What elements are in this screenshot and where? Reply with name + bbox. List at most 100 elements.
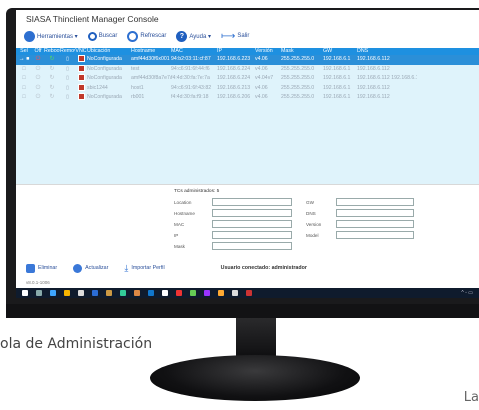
refresh-icon (73, 263, 83, 273)
table-row[interactable]: □ ⏻ ↻ ▯ NoConfigurada rb001 f4:4d:30:fa:… (16, 93, 479, 103)
model-field[interactable] (336, 231, 414, 239)
table-row[interactable]: → ■ ⏻ ↻ ▯ NoConfigurada amf44d30f6x001 9… (16, 55, 479, 65)
app-icon[interactable] (232, 290, 238, 296)
col-header-mask[interactable]: Mask (281, 48, 323, 55)
help-menu-button[interactable]: ? Ayuda ▾ (176, 30, 211, 42)
folder-icon[interactable] (78, 290, 84, 296)
app-icon[interactable] (148, 290, 154, 296)
power-off-button[interactable]: ⏻ (32, 93, 44, 103)
table-row[interactable]: □ ⏻ ↻ ▯ NoConfigurada test 94:c6:91:6f:4… (16, 64, 479, 75)
cell-gw: 192.168.6.1 (323, 65, 351, 72)
app-icon[interactable] (134, 290, 140, 296)
reboot-button[interactable]: ↻ (44, 65, 60, 75)
col-header-version[interactable]: Versión (255, 48, 281, 55)
table-row[interactable]: □ ⏻ ↻ ▯ sbic1244 host1 94:c6:91:6f:43:82… (16, 83, 479, 94)
version-field[interactable] (336, 220, 414, 228)
col-header-sel[interactable]: Sel (16, 48, 32, 55)
app-icon[interactable] (106, 290, 112, 296)
col-header-gw[interactable]: GW (323, 48, 357, 55)
app-version: v8.0.1-1006 (26, 280, 50, 285)
reboot-button[interactable]: ↻ (44, 84, 60, 94)
update-label: Actualizar (85, 265, 109, 271)
col-header-reboot[interactable]: Reboot (44, 48, 60, 55)
vnc-button[interactable] (75, 55, 87, 65)
tools-menu-button[interactable]: Herramientas ▾ (24, 30, 78, 42)
col-header-hostname[interactable]: Hostname (131, 48, 171, 55)
hostname-field[interactable] (212, 209, 292, 217)
delete-button[interactable]: Eliminar (26, 263, 57, 273)
import-profile-button[interactable]: ⤓ Importar Perfil (124, 263, 164, 273)
row-select-checkbox[interactable]: □ (16, 84, 32, 94)
mask-field[interactable] (212, 242, 292, 250)
app-icon[interactable] (218, 290, 224, 296)
power-off-button[interactable]: ⏻ (32, 65, 44, 75)
cell-ubicacion: NoConfigurada (87, 94, 122, 100)
reboot-button[interactable]: ↻ (44, 93, 60, 103)
remove-button[interactable]: ▯ (60, 55, 75, 65)
exit-button[interactable]: ⟼ Salir (221, 31, 249, 42)
remove-button[interactable]: ▯ (60, 74, 75, 84)
gw-field[interactable] (336, 198, 414, 206)
remove-button[interactable]: ▯ (60, 93, 75, 103)
search-taskbar-icon[interactable] (36, 290, 42, 296)
app-icon[interactable] (190, 290, 196, 296)
app-icon[interactable] (120, 290, 126, 296)
power-icon: ⏻ (35, 65, 41, 72)
update-button[interactable]: Actualizar (73, 263, 109, 273)
search-button[interactable]: Buscar (87, 31, 117, 41)
col-header-vnc[interactable]: VNC (75, 48, 87, 55)
refresh-label: Refrescar (140, 33, 167, 39)
power-off-button[interactable]: ⏻ (32, 55, 44, 65)
app-icon[interactable] (246, 290, 252, 296)
col-header-remove[interactable]: Remove (60, 48, 75, 55)
cell-ubicacion: NoConfigurada (87, 56, 122, 62)
reboot-button[interactable]: ↻ (44, 55, 60, 65)
col-header-dns[interactable]: DNS (357, 48, 417, 55)
power-icon: ⏻ (35, 75, 41, 81)
row-select-checkbox[interactable]: □ (16, 65, 32, 75)
connected-user: Usuario conectado: administrador (220, 265, 307, 271)
vnc-button[interactable] (75, 64, 87, 75)
start-icon[interactable] (22, 290, 28, 296)
row-select-checkbox[interactable]: → ■ (16, 55, 32, 65)
dns-field[interactable] (336, 209, 414, 217)
power-off-button[interactable]: ⏻ (32, 74, 44, 84)
help-menu-label: Ayuda ▾ (189, 33, 211, 40)
system-tray[interactable]: ^ ◦ ▭ (461, 290, 473, 296)
refresh-icon (127, 30, 139, 42)
trash-icon: ▯ (66, 94, 69, 100)
cell-mac: 94:c6:91:6f:43:82 (171, 84, 212, 91)
app-icon[interactable] (176, 290, 182, 296)
vnc-button[interactable] (75, 83, 87, 94)
col-header-mac[interactable]: MAC (171, 48, 217, 55)
row-select-checkbox[interactable]: □ (16, 74, 32, 84)
location-field[interactable] (212, 198, 292, 206)
cell-ubicacion: NoConfigurada (87, 75, 122, 81)
app-icon[interactable] (162, 290, 168, 296)
cell-mac: 94:b2:03:11:cf:87 (171, 56, 211, 62)
ip-field[interactable] (212, 231, 292, 239)
cell-ubicacion: NoConfigurada (87, 65, 122, 72)
mac-field[interactable] (212, 220, 292, 228)
vnc-button[interactable] (75, 93, 87, 103)
power-icon: ⏻ (35, 84, 41, 91)
remove-button[interactable]: ▯ (60, 65, 75, 75)
col-header-ubicacion[interactable]: Ubicación (87, 48, 131, 55)
chrome-icon[interactable] (64, 290, 70, 296)
row-select-checkbox[interactable]: □ (16, 93, 32, 103)
trash-icon (26, 263, 35, 273)
refresh-button[interactable]: Refrescar (127, 30, 167, 42)
vnc-button[interactable] (75, 74, 87, 84)
store-icon[interactable] (92, 290, 98, 296)
col-header-ip[interactable]: IP (217, 48, 255, 55)
managed-count: TCs administrados: 5 (174, 189, 220, 194)
edge-icon[interactable] (50, 290, 56, 296)
table-row[interactable]: □ ⏻ ↻ ▯ NoConfigurada amf44d30f8a7e7a f4… (16, 74, 479, 84)
reboot-button[interactable]: ↻ (44, 74, 60, 84)
remove-button[interactable]: ▯ (60, 84, 75, 94)
help-icon: ? (176, 30, 188, 42)
col-header-off[interactable]: Off (32, 48, 44, 55)
thinclient-table: Sel Off Reboot Remove VNC Ubicación Host… (16, 48, 479, 184)
power-off-button[interactable]: ⏻ (32, 84, 44, 94)
app-icon[interactable] (204, 290, 210, 296)
